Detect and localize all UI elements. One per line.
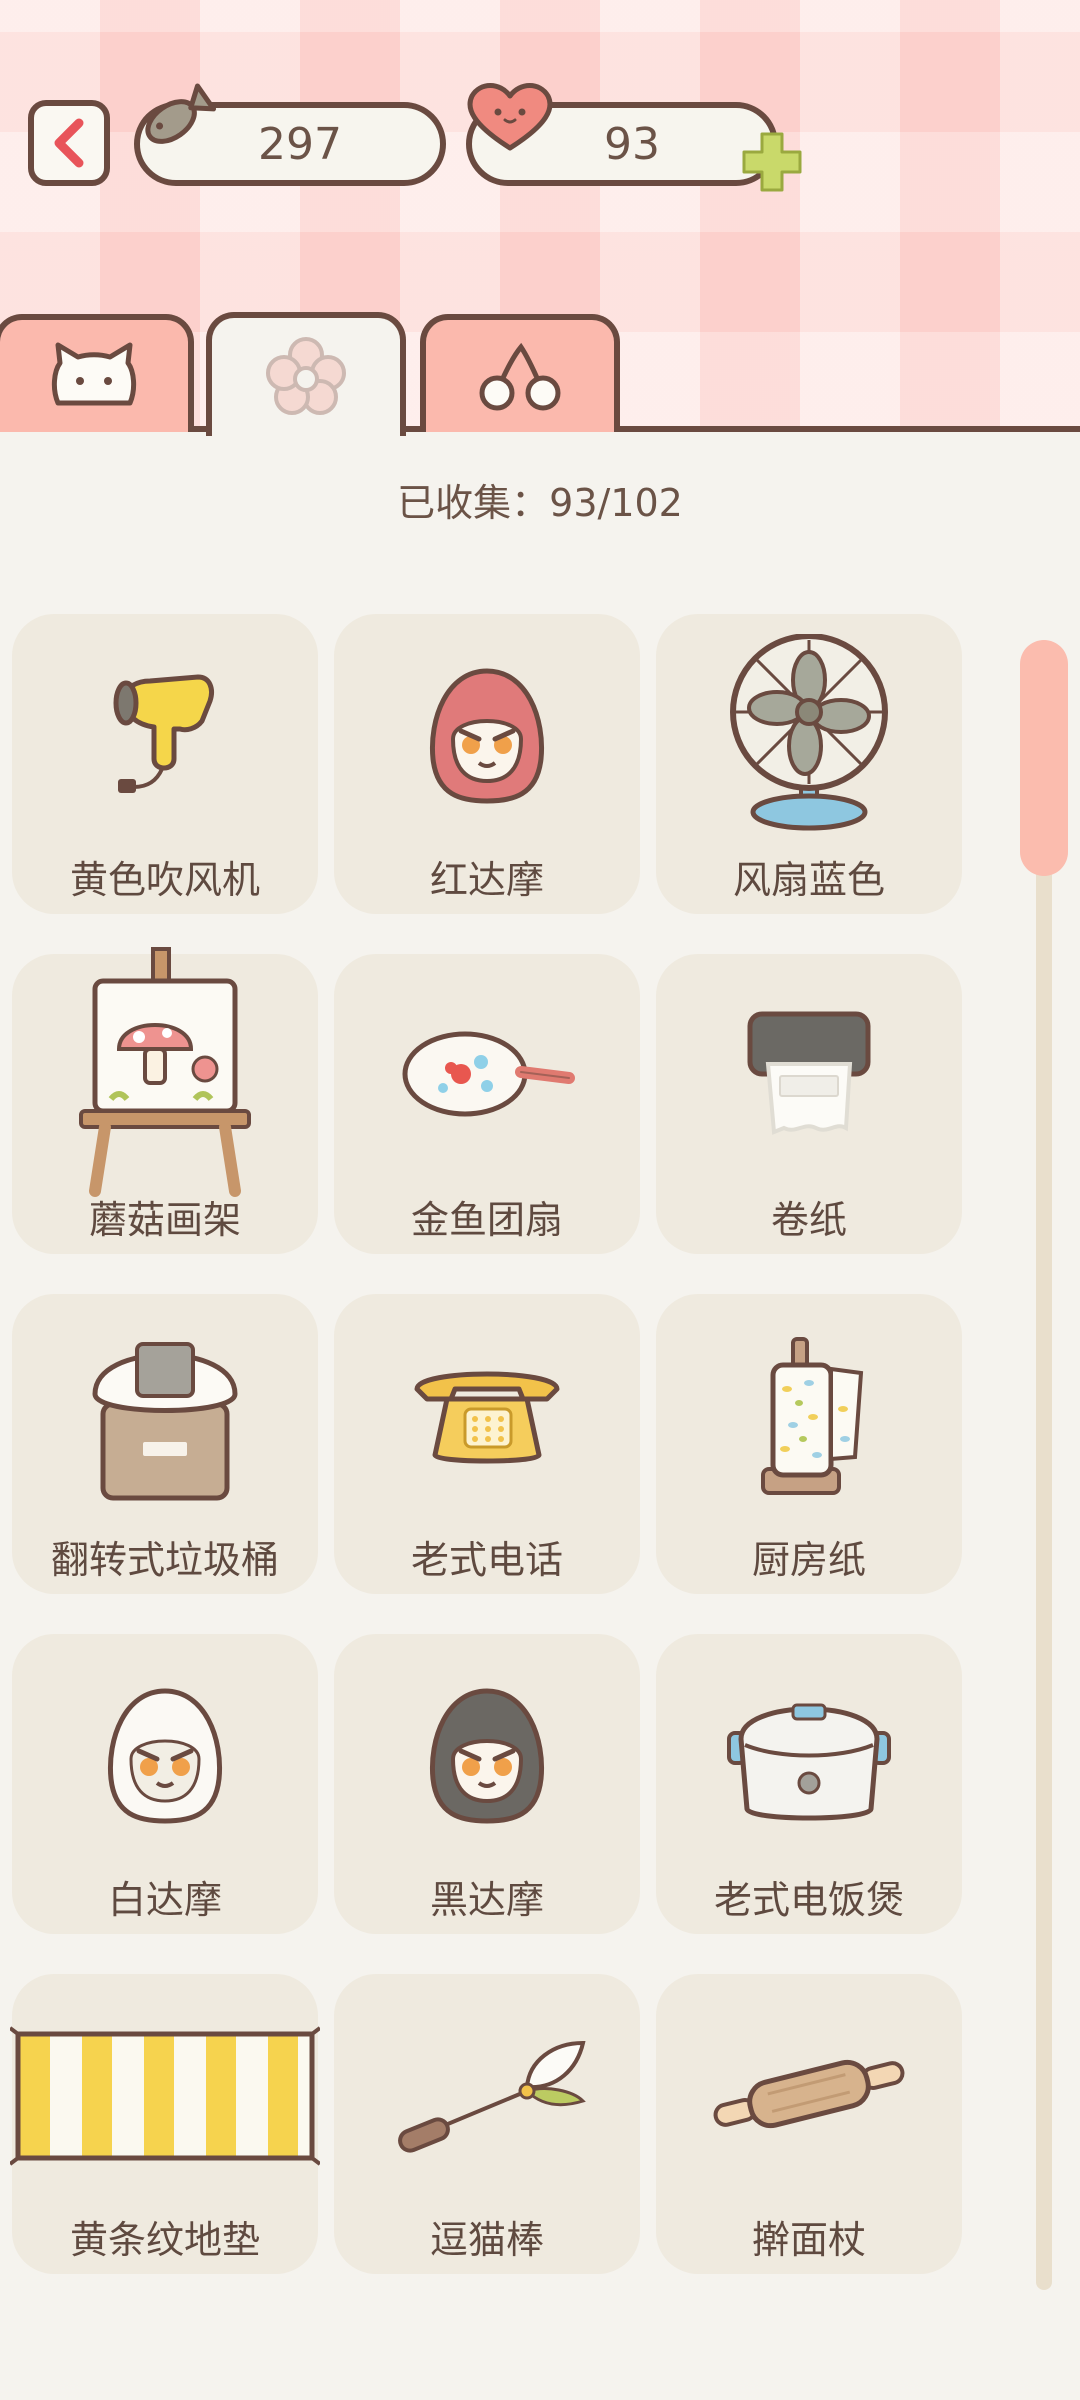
item-label: 老式电饭煲 — [713, 1878, 904, 1922]
item-card[interactable]: 逗猫棒 — [334, 1974, 640, 2274]
item-label: 翻转式垃圾桶 — [50, 1538, 279, 1582]
old-phone-icon — [414, 1371, 560, 1464]
item-label: 白达摩 — [107, 1878, 222, 1922]
item-card[interactable]: 擀面杖 — [656, 1974, 962, 2274]
tab-flower[interactable] — [206, 312, 406, 436]
heart-icon — [467, 83, 553, 151]
rice-cooker-icon — [727, 1703, 891, 1821]
item-card[interactable]: 卷纸 — [656, 954, 962, 1254]
item-card[interactable]: 黄条纹地垫 — [10, 1974, 320, 2274]
item-card[interactable]: 翻转式垃圾桶 — [12, 1294, 318, 1594]
scrollbar-thumb[interactable] — [1020, 640, 1068, 876]
item-card[interactable]: 金鱼团扇 — [334, 954, 640, 1254]
item-card[interactable]: 黄色吹风机 — [12, 614, 318, 914]
tab-cherry[interactable] — [420, 314, 620, 432]
item-label: 红达摩 — [429, 858, 544, 902]
item-card[interactable]: 蘑菇画架 — [12, 947, 318, 1254]
fish-icon — [145, 83, 217, 144]
item-label: 黄色吹风机 — [69, 858, 260, 902]
rolling-pin-icon — [713, 2059, 905, 2129]
cherry-icon — [479, 342, 561, 411]
flower-icon — [266, 337, 346, 415]
collected-count: 已收集：93/102 — [397, 481, 683, 525]
item-card[interactable]: 老式电话 — [334, 1294, 640, 1594]
hair-dryer-icon — [113, 674, 214, 793]
item-card[interactable]: 黑达摩 — [334, 1634, 640, 1934]
item-label: 擀面杖 — [751, 2218, 866, 2262]
item-label: 金鱼团扇 — [410, 1198, 563, 1242]
toilet-paper-icon — [747, 1011, 871, 1135]
cat-face-icon — [51, 342, 137, 406]
black-daruma-icon — [429, 1688, 545, 1824]
item-label: 黑达摩 — [429, 1878, 544, 1922]
fish-count: 297 — [258, 118, 342, 170]
red-daruma-icon — [429, 668, 545, 804]
item-card[interactable]: 厨房纸 — [656, 1294, 962, 1594]
item-label: 风扇蓝色 — [732, 858, 885, 902]
tab-cat[interactable] — [0, 314, 194, 432]
trash-bin-icon — [92, 1342, 238, 1501]
item-card[interactable]: 风扇蓝色 — [656, 614, 962, 914]
item-card[interactable]: 老式电饭煲 — [656, 1634, 962, 1934]
chevron-left-icon — [54, 118, 84, 168]
item-label: 卷纸 — [770, 1198, 847, 1242]
blue-fan-icon — [730, 634, 888, 831]
mushroom-easel-icon — [79, 947, 251, 1197]
striped-mat-icon — [10, 2026, 320, 2166]
add-hearts-button[interactable] — [738, 128, 806, 196]
goldfish-fan-icon — [402, 1031, 575, 1117]
heart-count: 93 — [604, 118, 660, 170]
item-label: 老式电话 — [410, 1538, 563, 1582]
white-daruma-icon — [107, 1688, 223, 1824]
kitchen-paper-icon — [761, 1337, 864, 1495]
item-label: 黄条纹地垫 — [69, 2218, 260, 2262]
item-label: 蘑菇画架 — [88, 1198, 241, 1242]
collection-panel: 已收集：93/102 黄色吹风机 红达摩 风扇蓝色 蘑菇画架 金鱼团扇 卷纸 翻… — [0, 432, 1080, 2400]
back-button[interactable] — [28, 100, 110, 186]
item-card[interactable]: 白达摩 — [12, 1634, 318, 1934]
cat-teaser-icon — [398, 2040, 586, 2153]
item-card[interactable]: 红达摩 — [334, 614, 640, 914]
item-label: 厨房纸 — [751, 1538, 866, 1582]
scrollbar-track[interactable] — [1036, 640, 1052, 2290]
item-label: 逗猫棒 — [429, 2218, 544, 2262]
